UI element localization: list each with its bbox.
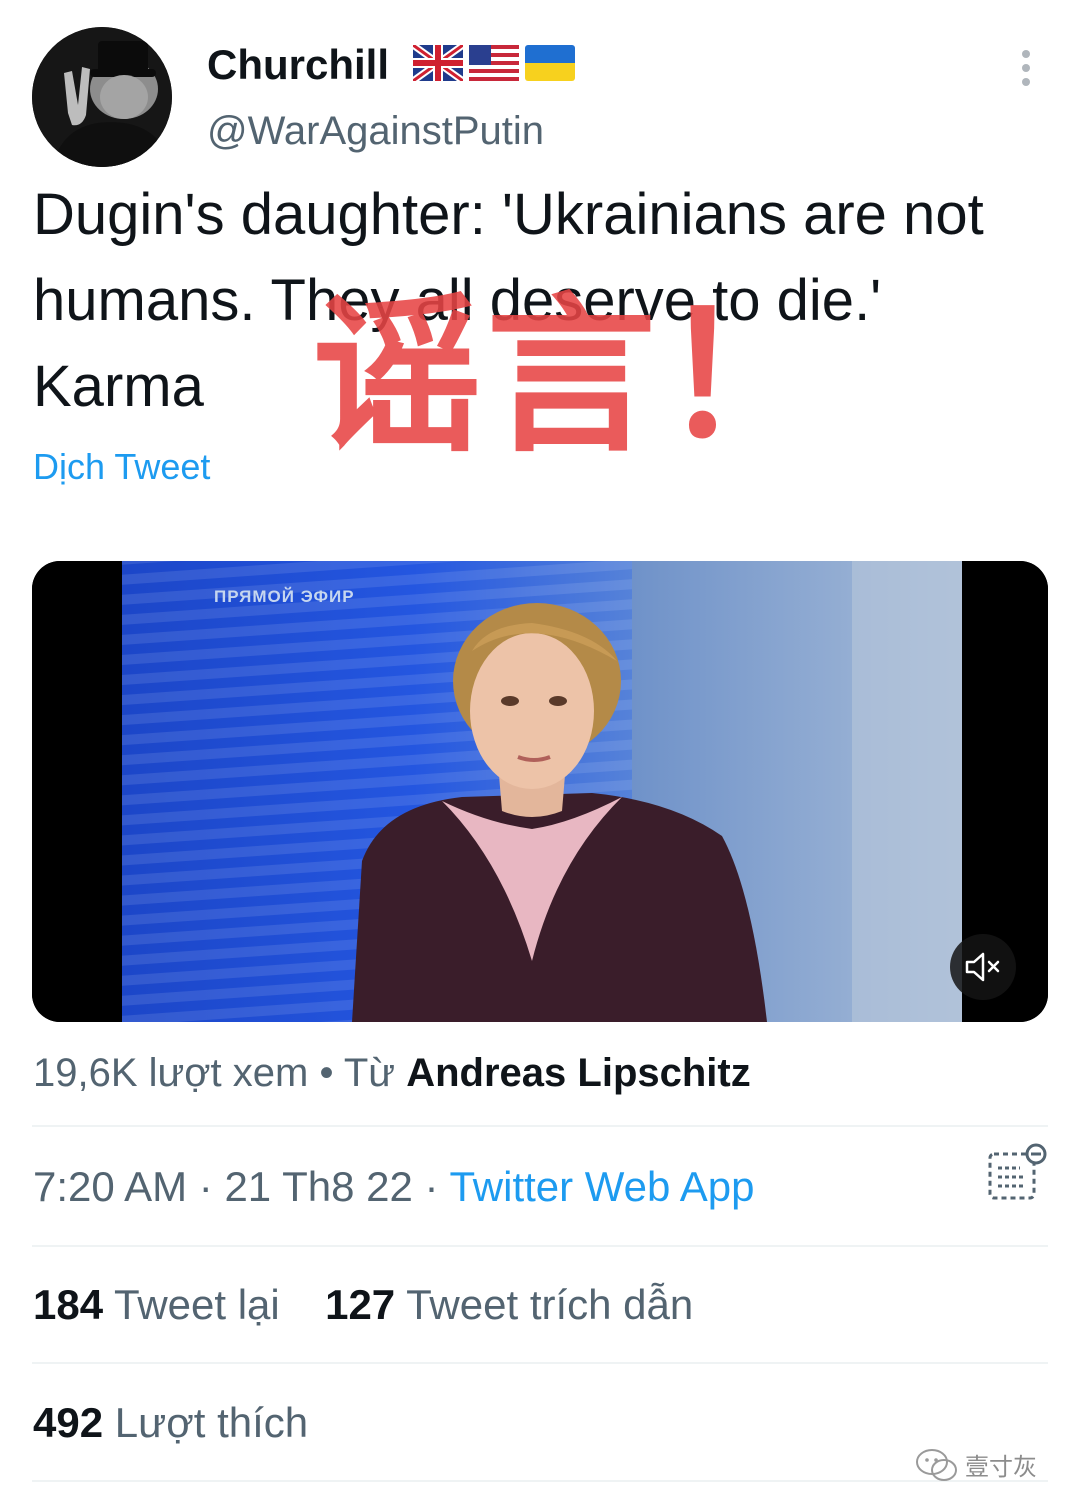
muted-speaker-icon <box>965 952 1000 982</box>
likes-label: Lượt thích <box>114 1399 309 1446</box>
timestamp-separator: · <box>424 1163 439 1210</box>
retweets-count: 184 <box>33 1281 104 1328</box>
author-flags <box>413 45 575 81</box>
mute-toggle-button[interactable] <box>950 934 1016 1000</box>
us-flag-icon <box>469 45 519 81</box>
quote-tweets-stat[interactable]: 127 Tweet trích dẫn <box>325 1281 693 1328</box>
more-options-icon[interactable] <box>1016 50 1036 86</box>
retweets-stat[interactable]: 184 Tweet lại <box>33 1281 280 1328</box>
author-avatar[interactable] <box>32 27 172 167</box>
video-frame <box>32 561 1048 1022</box>
views-separator: • <box>319 1051 334 1095</box>
divider <box>32 1125 1048 1127</box>
tweet-analytics-icon[interactable] <box>984 1140 1048 1209</box>
quotes-label: Tweet trích dẫn <box>406 1281 694 1328</box>
tweet-date[interactable]: 21 Th8 22 <box>224 1163 412 1210</box>
from-label: Từ <box>343 1051 396 1095</box>
divider <box>32 1480 1048 1482</box>
translate-tweet-link[interactable]: Dịch Tweet <box>33 445 210 489</box>
avatar-photo <box>32 27 172 167</box>
watermark: 壹寸灰 <box>915 1447 1037 1482</box>
likes-stat[interactable]: 492 Lượt thích <box>33 1398 308 1448</box>
tweet-text: Dugin's daughter: 'Ukrainians are not hu… <box>33 182 1000 419</box>
video-caption: ПРЯМОЙ ЭФИР <box>214 587 355 606</box>
author-handle[interactable]: @WarAgainstPutin <box>207 106 544 156</box>
tweet-timestamp: 7:20 AM · 21 Th8 22 · Twitter Web App <box>33 1162 754 1212</box>
divider <box>32 1362 1048 1364</box>
view-count: 19,6K lượt xem <box>33 1051 309 1095</box>
wechat-icon <box>916 1448 957 1481</box>
likes-count: 492 <box>33 1399 104 1446</box>
author-display-name[interactable]: Churchill <box>207 40 389 90</box>
tweet-time[interactable]: 7:20 AM <box>33 1163 187 1210</box>
tweet-video[interactable]: ПРЯМОЙ ЭФИР <box>32 561 1048 1022</box>
quotes-count: 127 <box>325 1281 396 1328</box>
tweet-source-link[interactable]: Twitter Web App <box>449 1163 754 1210</box>
retweets-label: Tweet lại <box>114 1281 280 1328</box>
ukraine-flag-icon <box>525 45 575 81</box>
uk-flag-icon <box>413 45 463 81</box>
video-source-author-link[interactable]: Andreas Lipschitz <box>406 1051 751 1095</box>
engagement-stats: 184 Tweet lại 127 Tweet trích dẫn <box>33 1280 693 1330</box>
tweet-detail: Churchill @WarAgainstPutin Dugin's daugh… <box>0 0 1080 1512</box>
views-attribution: 19,6K lượt xem • Từ Andreas Lipschitz <box>33 1048 751 1098</box>
timestamp-separator: · <box>198 1163 213 1210</box>
divider <box>32 1245 1048 1247</box>
watermark-text: 壹寸灰 <box>965 1453 1037 1481</box>
